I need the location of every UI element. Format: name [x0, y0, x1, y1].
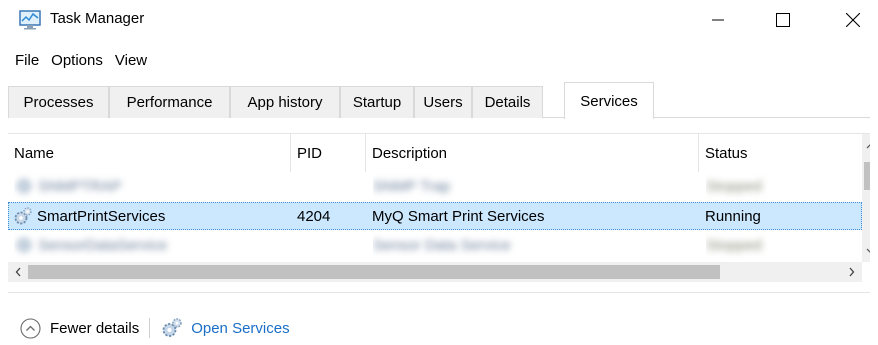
title-bar: Task Manager: [0, 0, 878, 40]
horizontal-scroll-thumb[interactable]: [28, 265, 720, 279]
footer-divider: [149, 318, 151, 338]
tab-bar: Processes Performance App history Startu…: [8, 82, 870, 119]
column-header-pid[interactable]: PID: [291, 134, 365, 172]
tab-services[interactable]: Services: [564, 82, 654, 119]
tab-users[interactable]: Users: [414, 86, 472, 118]
column-header-status[interactable]: Status: [699, 134, 862, 172]
scroll-down-icon: [866, 248, 870, 253]
service-gear-icon: [14, 207, 32, 225]
row-pid: [298, 172, 358, 200]
tab-processes[interactable]: Processes: [8, 86, 109, 118]
vertical-scroll-thumb[interactable]: [864, 162, 870, 190]
row-name: SmartPrintServices: [13, 203, 283, 229]
tab-app-history[interactable]: App history: [230, 86, 340, 118]
maximize-button[interactable]: [760, 4, 806, 36]
tab-startup[interactable]: Startup: [340, 86, 414, 118]
row-status: Stopped: [706, 236, 762, 254]
menu-file[interactable]: File: [0, 49, 45, 73]
scroll-left-button[interactable]: [8, 262, 28, 282]
scroll-up-button[interactable]: [862, 137, 870, 154]
scroll-down-button[interactable]: [862, 242, 870, 259]
tab-performance[interactable]: Performance: [109, 86, 230, 118]
row-description: Sensor Data Service: [373, 236, 511, 254]
horizontal-scrollbar[interactable]: [8, 262, 862, 282]
minimize-icon: [712, 19, 724, 21]
table-row[interactable]: SNMPTRAP SNMP Trap Stopped: [8, 172, 862, 200]
scroll-right-icon: [849, 267, 855, 277]
close-icon: [846, 13, 860, 27]
open-services-link[interactable]: Open Services: [191, 320, 289, 337]
scroll-left-icon: [15, 267, 21, 277]
fewer-details-button[interactable]: Fewer details: [50, 320, 139, 337]
row-status: Running: [705, 207, 761, 225]
maximize-icon: [776, 13, 790, 27]
task-manager-icon: [19, 10, 41, 30]
menu-bar: File Options View: [0, 49, 153, 73]
row-pid: 4204: [297, 207, 331, 225]
scroll-right-button[interactable]: [842, 262, 862, 282]
table-row-selected[interactable]: SmartPrintServices 4204 MyQ Smart Print …: [8, 202, 862, 230]
row-name: SNMPTRAP: [14, 172, 284, 200]
menu-view[interactable]: View: [109, 49, 153, 73]
footer-bar: Fewer details Open Services: [20, 313, 290, 343]
row-name: SensorDataService: [14, 231, 284, 259]
service-gear-icon: [17, 238, 31, 252]
row-status: Stopped: [706, 177, 762, 195]
column-header-name[interactable]: Name: [8, 134, 290, 172]
row-pid: [298, 231, 358, 259]
window-title: Task Manager: [50, 10, 145, 27]
services-table: Name PID Description Status SNMPTRAP SNM…: [8, 133, 870, 293]
row-description: SNMP Trap: [373, 177, 451, 195]
minimize-button[interactable]: [695, 4, 741, 36]
services-gears-icon[interactable]: [161, 317, 183, 339]
close-button[interactable]: [830, 4, 876, 36]
column-header-description[interactable]: Description: [366, 134, 698, 172]
vertical-scrollbar[interactable]: [862, 134, 870, 262]
service-gear-icon: [17, 179, 31, 193]
tab-details[interactable]: Details: [472, 86, 543, 118]
row-description: MyQ Smart Print Services: [372, 207, 545, 225]
menu-options[interactable]: Options: [45, 49, 109, 73]
table-row[interactable]: SensorDataService Sensor Data Service St…: [8, 231, 862, 259]
chevron-up-circle-icon[interactable]: [20, 317, 41, 339]
scroll-up-icon: [866, 143, 870, 148]
